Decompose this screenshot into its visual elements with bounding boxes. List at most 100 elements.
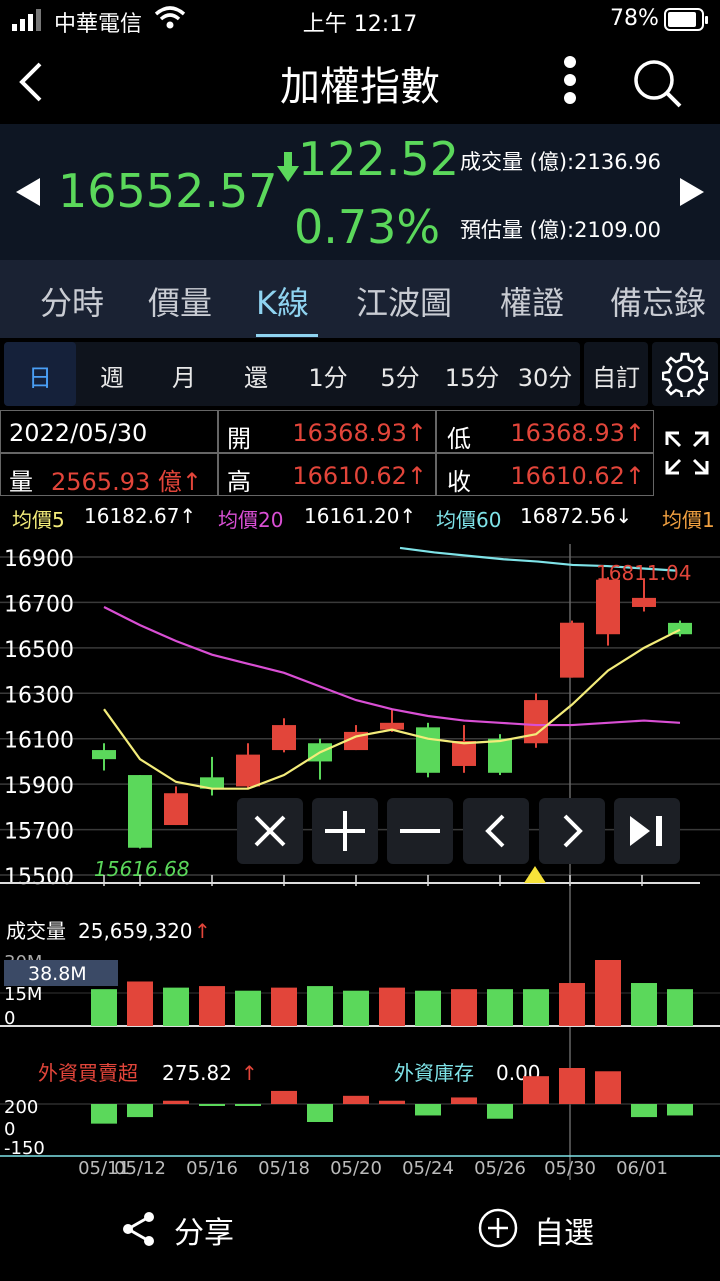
period-day[interactable]: 日 [10,358,70,393]
tab-bar: 分時 價量 K線 江波圖 權證 備忘錄 [0,260,720,338]
tab-jiangbo[interactable]: 江波圖 [356,278,452,324]
volume-bar [163,987,189,1026]
zoom-out-button[interactable] [387,798,453,864]
foreign-bar [415,1104,441,1116]
period-15min[interactable]: 15分 [442,358,502,393]
tab-kline[interactable]: K線 [256,278,309,324]
share-button[interactable]: 分享 [174,1208,234,1252]
period-custom[interactable]: 自訂 [584,358,648,393]
volume-bar [523,989,549,1026]
foreign-bar [91,1104,117,1124]
candle-body [668,622,692,635]
volume-tick: 0 [4,1008,15,1029]
x-tick-label: 05/18 [258,1158,310,1179]
candle-body [632,597,656,607]
y-tick-label: 16500 [4,638,74,663]
volume-bar [343,990,369,1026]
volume-bar [199,986,225,1026]
foreign-bar [163,1100,189,1104]
candle-body [128,775,152,848]
ma-bar: 均價5 16182.67↑ 均價20 16161.20↑ 均價60 16872.… [0,500,720,534]
close-icon [254,815,286,847]
y-tick-label: 15500 [4,865,74,890]
foreign-bar [631,1104,657,1118]
watchlist-button[interactable]: 自選 [534,1208,594,1252]
ma20-line [103,605,681,727]
period-30min[interactable]: 30分 [510,358,580,393]
gear-icon[interactable] [661,351,709,400]
ma20-value: 16161.20↑ [304,504,417,528]
scroll-right-button[interactable] [539,798,605,864]
y-tick-label: 16300 [4,683,74,708]
signal-icon [12,9,46,31]
foreign-bar [559,1068,585,1104]
candle-body [272,725,296,751]
down-arrow-icon [276,146,300,186]
volume-bar [379,987,405,1026]
tab-warrant[interactable]: 權證 [500,278,564,324]
add-circle-icon[interactable] [478,1208,518,1248]
info-high-cell: 高 16610.62↑ [218,453,436,496]
candle-body [416,727,440,773]
info-close-cell: 收 16610.62↑ [436,453,654,496]
tab-indicator [256,334,318,337]
expand-icon[interactable] [664,430,710,476]
battery-percent: 78% [610,6,659,31]
jump-end-button[interactable] [614,798,680,864]
candle-body [452,740,476,766]
bottom-bar: 分享 自選 [0,1180,720,1281]
carrier-label: 中華電信 [54,12,143,37]
candle-body [236,754,260,787]
ma5-label: 均價5 [12,508,65,532]
volume-bar [451,989,477,1026]
close-chart-button[interactable] [237,798,303,864]
chevron-right-icon [563,814,583,848]
minus-icon [400,829,440,833]
share-icon[interactable] [120,1210,158,1248]
volume-tick: 15M [4,984,42,1005]
period-5min[interactable]: 5分 [370,358,430,393]
foreign-bar [307,1104,333,1122]
period-adjusted[interactable]: 還 [226,358,286,393]
x-tick-label: 05/30 [544,1158,596,1179]
battery-icon [664,8,710,32]
ma20-label: 均價20 [218,508,284,532]
page-title: 加權指數 [280,64,440,110]
skip-end-icon [630,816,662,846]
volume-bar [415,990,441,1026]
period-week[interactable]: 週 [82,358,142,393]
x-tick-label: 05/12 [114,1158,166,1179]
ma60-value: 16872.56↓ [520,504,633,528]
foreign-bar [379,1100,405,1104]
period-1min[interactable]: 1分 [298,358,358,393]
tab-intraday[interactable]: 分時 [40,278,104,324]
next-arrow-icon[interactable] [678,176,706,208]
volume-value: 2565.93 億↑ [51,468,202,496]
candle-body [596,579,620,635]
foreign-up-arrow: ↑ [241,1061,258,1085]
volume-text: 成交量 (億):2136.96 [460,150,661,174]
info-date-cell: 2022/05/30 [0,410,218,453]
volume-panel-label: 成交量 [6,919,66,943]
period-month[interactable]: 月 [154,358,214,393]
foreign-value: 275.82 [162,1061,232,1085]
prev-arrow-icon[interactable] [14,176,42,208]
high-marker-label: 16811.04 [596,561,691,585]
y-tick-label: 15700 [4,820,74,845]
status-bar: 中華電信 上午 12:17 78% [0,0,720,40]
zoom-in-button[interactable] [312,798,378,864]
tab-price-volume[interactable]: 價量 [148,278,212,324]
open-value: 16368.93↑ [292,419,427,447]
x-tick-label: 06/01 [616,1158,668,1179]
volume-bar [271,987,297,1026]
volume-max-label: 38.8M [28,963,87,985]
high-label: 高 [227,468,251,496]
foreign-tick: 0 [4,1119,15,1140]
search-icon[interactable] [632,58,682,108]
open-label: 開 [227,425,251,453]
foreign-bar [343,1095,369,1104]
more-icon[interactable] [556,56,584,108]
ma120-label-cut: 均價1 [662,508,715,532]
scroll-left-button[interactable] [463,798,529,864]
tab-memo[interactable]: 備忘錄 [610,278,706,324]
